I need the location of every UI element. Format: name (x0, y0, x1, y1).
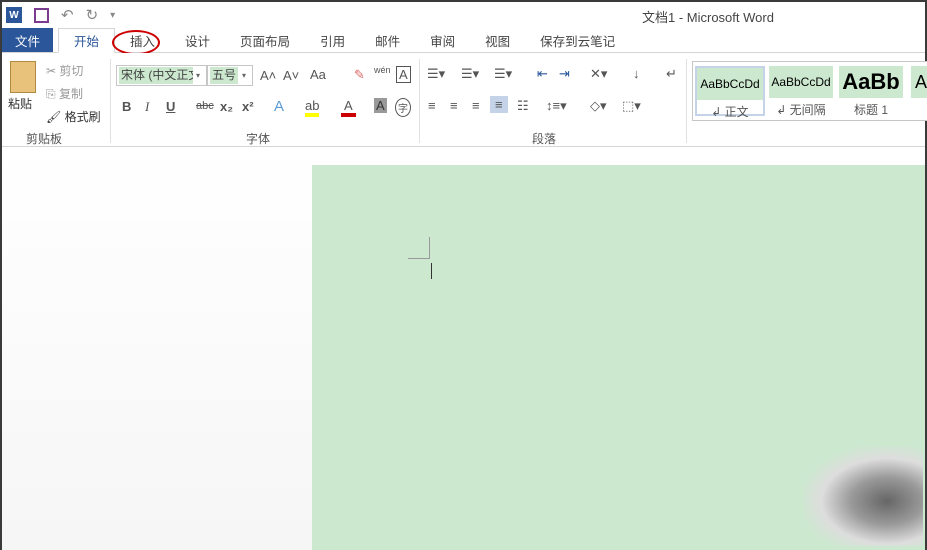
superscript-icon[interactable]: x² (242, 99, 254, 114)
tab-home[interactable]: 开始 (58, 28, 116, 53)
numbering-icon[interactable]: ☰▾ (461, 66, 479, 82)
clipboard-group-label: 剪贴板 (26, 132, 63, 146)
cut-button[interactable]: ✂ 剪切 (46, 62, 83, 79)
text-effects-icon[interactable]: A (274, 98, 284, 115)
copy-label: 复制 (58, 87, 83, 101)
font-group-label: 字体 (246, 132, 271, 146)
tab-save-to-cloud-note[interactable]: 保存到云笔记 (525, 28, 630, 52)
shading-icon[interactable]: ◇▾ (590, 98, 607, 114)
underline-icon[interactable]: U (166, 99, 175, 114)
show-marks-icon[interactable]: ↵ (666, 66, 677, 82)
sort-icon[interactable]: ↓ (633, 66, 640, 81)
styles-gallery: AaBbCcDd ↲ 正文 AaBbCcDd ↲ 无间隔 AaBb 标题 1 A (692, 61, 927, 121)
red-annotation-circle (112, 30, 160, 55)
style-name: 标题 1 (853, 103, 888, 117)
divider (110, 59, 111, 143)
justify-icon[interactable]: ≡ (490, 96, 508, 113)
tab-mailings[interactable]: 邮件 (360, 28, 415, 52)
font-size-combo[interactable]: 五号 ▾ (207, 65, 253, 86)
borders-icon[interactable]: ⬚▾ (622, 98, 641, 114)
chevron-down-icon[interactable]: ▾ (242, 71, 252, 80)
cut-label: 剪切 (59, 64, 84, 78)
decrease-indent-icon[interactable]: ⇤ (537, 66, 548, 82)
align-left-icon[interactable]: ≡ (428, 98, 436, 113)
style-sample: AaBbCcDd (769, 66, 833, 98)
highlight-icon[interactable]: ab (305, 98, 320, 117)
format-painter-button[interactable]: 🖌 格式刷 (46, 108, 101, 125)
tab-references[interactable]: 引用 (305, 28, 360, 52)
divider (419, 59, 420, 143)
tab-view[interactable]: 视图 (470, 28, 525, 52)
title-bar: W ↶ ↻ ▾ 文档1 - Microsoft Word (2, 2, 925, 28)
style-sample: AaBb (839, 66, 903, 98)
bold-icon[interactable]: B (122, 99, 131, 114)
paste-icon[interactable] (10, 61, 36, 93)
tab-file[interactable]: 文件 (2, 28, 53, 52)
ribbon: 粘贴 ✂ 剪切 ⎘ 复制 🖌 格式刷 剪贴板 宋体 (中文正文)▾ 五号▾ A˄… (2, 53, 927, 147)
style-heading-1[interactable]: AaBb 标题 1 (839, 66, 903, 117)
distributed-icon[interactable]: ☷ (517, 98, 529, 114)
italic-icon[interactable]: I (145, 99, 149, 115)
paragraph-group-label: 段落 (532, 132, 557, 146)
character-shading-icon[interactable]: A (374, 98, 387, 113)
divider (686, 59, 687, 143)
increase-indent-icon[interactable]: ⇥ (559, 66, 570, 82)
style-no-spacing[interactable]: AaBbCcDd ↲ 无间隔 (769, 66, 833, 117)
undo-icon[interactable]: ↶ (61, 6, 74, 24)
word-app-icon[interactable]: W (6, 7, 22, 23)
customize-qat-icon[interactable]: ▾ (110, 10, 115, 21)
save-icon[interactable] (34, 7, 49, 23)
font-name-value: 宋体 (中文正文) (119, 67, 193, 84)
style-sample: AaBbCcDd (697, 68, 763, 100)
copy-button[interactable]: ⎘ 复制 (46, 85, 83, 102)
tab-design[interactable]: 设计 (170, 28, 225, 52)
quick-access-toolbar: W ↶ ↻ ▾ (6, 6, 115, 24)
window-title: 文档1 - Microsoft Word (642, 10, 774, 25)
tab-page-layout[interactable]: 页面布局 (225, 28, 305, 52)
clear-formatting-icon[interactable]: ✎ (354, 67, 365, 83)
redo-icon[interactable]: ↻ (86, 6, 99, 24)
font-name-combo[interactable]: 宋体 (中文正文)▾ (116, 65, 207, 86)
text-cursor (431, 263, 432, 279)
line-spacing-icon[interactable]: ↕≡▾ (546, 98, 567, 114)
format-painter-label: 格式刷 (64, 110, 101, 124)
font-size-value: 五号 (210, 67, 239, 84)
character-border-icon[interactable]: A (396, 66, 411, 83)
enclose-character-icon[interactable]: 字 (395, 98, 411, 117)
align-center-icon[interactable]: ≡ (450, 98, 458, 113)
phonetic-guide-icon[interactable]: wén (374, 65, 391, 75)
multilevel-list-icon[interactable]: ☰▾ (494, 66, 512, 82)
paste-button[interactable]: 粘贴 (8, 95, 32, 112)
bullets-icon[interactable]: ☰▾ (427, 66, 445, 82)
chinese-layout-icon[interactable]: ✕▾ (590, 66, 607, 82)
style-name: ↲ 无间隔 (776, 103, 826, 117)
grow-font-icon[interactable]: A˄ (260, 68, 276, 83)
tab-review[interactable]: 审阅 (415, 28, 470, 52)
chevron-down-icon[interactable]: ▾ (196, 71, 206, 80)
subscript-icon[interactable]: x₂ (220, 99, 233, 114)
strikethrough-icon[interactable]: abc (196, 100, 214, 112)
style-heading-2[interactable]: A (911, 66, 927, 116)
style-sample: A (911, 66, 927, 98)
font-color-icon[interactable]: A (341, 98, 356, 117)
align-right-icon[interactable]: ≡ (472, 98, 480, 113)
shrink-font-icon[interactable]: A˅ (283, 68, 299, 83)
change-case-icon[interactable]: Aa (310, 67, 326, 82)
margin-mark (408, 237, 430, 259)
style-name: ↲ 正文 (711, 105, 749, 119)
blurred-image-artifact (803, 446, 923, 546)
style-normal[interactable]: AaBbCcDd ↲ 正文 (695, 66, 765, 119)
